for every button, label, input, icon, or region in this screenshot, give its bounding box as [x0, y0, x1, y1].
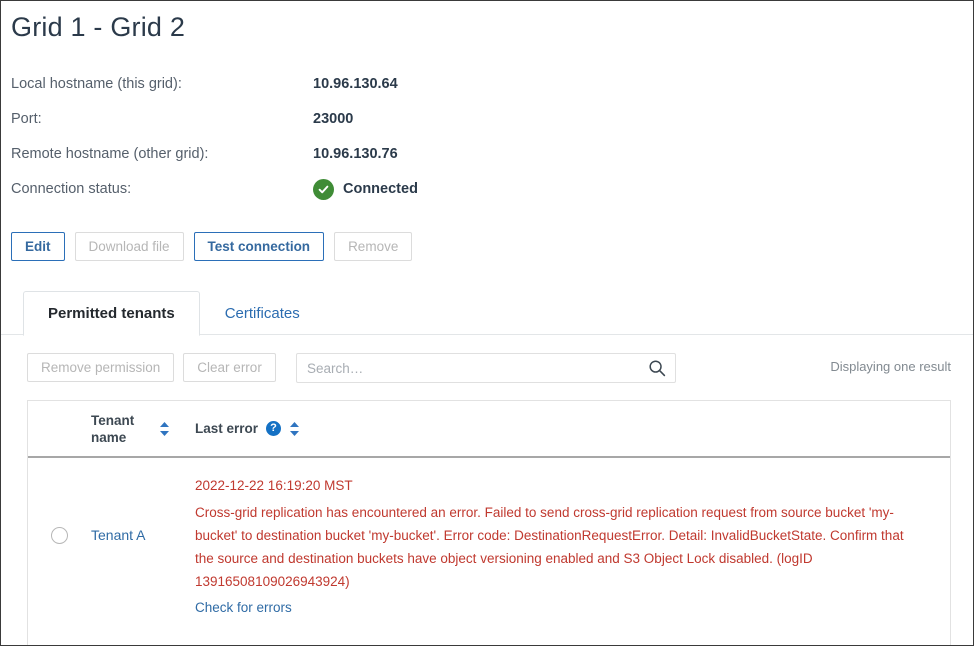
detail-row-local-hostname: Local hostname (this grid): 10.96.130.64 [11, 67, 951, 102]
connection-status-label: Connection status: [11, 181, 132, 197]
tab-permitted-tenants[interactable]: Permitted tenants [23, 291, 200, 336]
check-circle-icon [313, 179, 334, 200]
error-message: Cross-grid replication has encountered a… [195, 505, 904, 589]
page-title: Grid 1 - Grid 2 [11, 12, 186, 42]
search-input[interactable] [297, 354, 637, 382]
row-select-cell [28, 474, 91, 544]
clear-error-button[interactable]: Clear error [183, 353, 276, 382]
result-count-label: Displaying one result [830, 359, 951, 374]
local-hostname-label: Local hostname (this grid): [11, 76, 182, 92]
tenant-name-header-label: Tenant name [91, 412, 135, 445]
table-toolbar: Remove permission Clear error Displaying… [27, 353, 951, 383]
detail-row-port: Port: 23000 [11, 102, 951, 137]
remove-permission-button[interactable]: Remove permission [27, 353, 175, 382]
check-for-errors-link[interactable]: Check for errors [195, 598, 292, 618]
tab-bar: Permitted tenants Certificates [1, 285, 973, 336]
detail-row-remote-hostname: Remote hostname (other grid): 10.96.130.… [11, 137, 951, 172]
column-header-tenant-name: Tenant name [91, 401, 170, 456]
tenant-name-link[interactable]: Tenant A [91, 474, 195, 543]
remote-hostname-value: 10.96.130.76 [313, 146, 398, 162]
action-button-row: Edit Download file Test connection Remov… [11, 232, 413, 261]
cross-grid-replication-panel: Grid 1 - Grid 2 Local hostname (this gri… [0, 0, 974, 646]
toolbar-buttons: Remove permission Clear error [27, 353, 276, 382]
local-hostname-value: 10.96.130.64 [313, 76, 398, 92]
connection-status-value: Connected [343, 181, 418, 197]
download-file-button[interactable]: Download file [74, 232, 184, 261]
remove-button[interactable]: Remove [334, 232, 413, 261]
column-header-last-error: Last error ? [195, 401, 300, 456]
help-icon[interactable]: ? [266, 421, 282, 436]
table-row[interactable]: Tenant A 2022-12-22 16:19:20 MST Cross-g… [28, 458, 950, 645]
error-timestamp: 2022-12-22 16:19:20 MST [195, 478, 353, 493]
remote-hostname-label: Remote hostname (other grid): [11, 146, 209, 162]
permitted-tenants-table: Tenant name Last error ? Tenant A 2022-1… [27, 400, 951, 645]
last-error-cell: 2022-12-22 16:19:20 MST Cross-grid repli… [195, 474, 950, 618]
tab-list: Permitted tenants Certificates [23, 290, 325, 336]
tab-certificates[interactable]: Certificates [200, 290, 325, 335]
sort-last-error-icon[interactable] [289, 421, 300, 437]
search-box [296, 353, 676, 383]
test-connection-button[interactable]: Test connection [193, 232, 325, 261]
sort-tenant-name-icon[interactable] [159, 421, 170, 437]
table-header-row: Tenant name Last error ? [28, 401, 950, 458]
connection-details: Local hostname (this grid): 10.96.130.64… [11, 67, 951, 207]
port-value: 23000 [313, 111, 354, 127]
row-radio-button[interactable] [51, 527, 68, 544]
last-error-header-label: Last error [195, 421, 259, 436]
status-badge: Connected [313, 172, 418, 207]
edit-button[interactable]: Edit [11, 232, 65, 261]
table-body: Tenant A 2022-12-22 16:19:20 MST Cross-g… [28, 458, 950, 645]
search-icon[interactable] [648, 359, 666, 377]
port-label: Port: [11, 111, 42, 127]
detail-row-connection-status: Connection status: Connected [11, 172, 951, 207]
